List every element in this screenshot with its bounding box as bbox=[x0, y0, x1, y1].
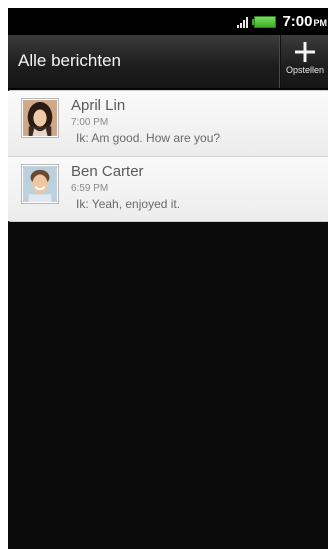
contact-photo-ben bbox=[23, 166, 57, 202]
app-header: Alle berichten Opstellen bbox=[8, 35, 328, 89]
compose-button[interactable]: Opstellen bbox=[279, 35, 328, 88]
avatar bbox=[21, 98, 59, 138]
thread-item-april-lin[interactable]: April Lin 7:00 PM Ik: Am good. How are y… bbox=[8, 91, 328, 157]
plus-icon bbox=[295, 42, 315, 62]
message-time: 6:59 PM bbox=[71, 183, 109, 194]
message-thread-list: April Lin 7:00 PM Ik: Am good. How are y… bbox=[8, 91, 328, 221]
clock-ampm: PM bbox=[313, 18, 328, 28]
thread-item-ben-carter[interactable]: Ben Carter 6:59 PM Ik: Yeah, enjoyed it. bbox=[8, 157, 328, 221]
contact-name: Ben Carter bbox=[71, 163, 144, 180]
compose-label: Opstellen bbox=[285, 65, 325, 75]
contact-name: April Lin bbox=[71, 97, 126, 114]
page-title: Alle berichten bbox=[18, 51, 122, 70]
battery-icon bbox=[252, 15, 277, 28]
signal-icon bbox=[236, 16, 249, 28]
phone-screen: 7:00PM Alle berichten Opstellen April Li… bbox=[8, 8, 328, 549]
contact-photo-april bbox=[23, 100, 57, 136]
status-bar: 7:00PM bbox=[8, 8, 328, 35]
message-time: 7:00 PM bbox=[71, 117, 109, 128]
clock-time: 7:00 bbox=[282, 13, 313, 30]
message-snippet: Ik: Am good. How are you? bbox=[76, 131, 221, 145]
message-snippet: Ik: Yeah, enjoyed it. bbox=[76, 197, 181, 211]
avatar bbox=[21, 164, 59, 204]
status-clock: 7:00PM bbox=[282, 13, 327, 30]
